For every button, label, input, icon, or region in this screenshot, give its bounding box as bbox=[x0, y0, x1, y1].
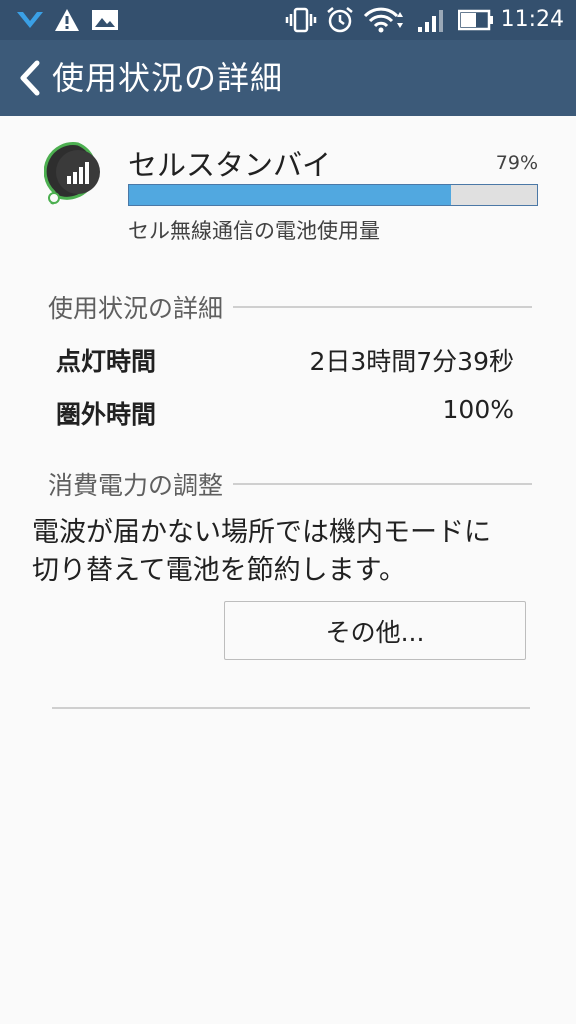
section-title: 使用状況の詳細 bbox=[48, 294, 224, 323]
status-time: 11:24 bbox=[500, 7, 564, 32]
chevron-left-icon bbox=[20, 60, 40, 96]
other-settings-button[interactable]: その他... bbox=[224, 601, 526, 660]
image-icon bbox=[90, 0, 120, 40]
power-description: 電波が届かない場所では機内モードに 切り替えて電池を節約します。 bbox=[32, 514, 552, 590]
action-bar: 使用状況の詳細 bbox=[0, 40, 576, 116]
row-value-screen-on: 2日3時間7分39秒 bbox=[309, 347, 514, 376]
row-value-no-service: 100% bbox=[442, 395, 514, 424]
v-notify-icon bbox=[14, 0, 46, 40]
power-description-line-1: 電波が届かない場所では機内モードに bbox=[32, 517, 491, 548]
alarm-icon bbox=[324, 0, 356, 40]
signal-bars-icon bbox=[43, 140, 112, 210]
signal-icon bbox=[414, 0, 448, 40]
usage-progress-fill bbox=[129, 185, 452, 205]
app-description: セル無線通信の電池使用量 bbox=[128, 219, 380, 243]
battery-icon bbox=[456, 0, 496, 40]
usage-percent: 79% bbox=[495, 152, 538, 174]
bottom-divider bbox=[52, 707, 530, 709]
wifi-icon bbox=[362, 0, 406, 40]
back-button[interactable] bbox=[10, 54, 50, 102]
row-label-screen-on: 点灯時間 bbox=[56, 347, 157, 376]
usage-progress-bar bbox=[128, 184, 538, 206]
page-title: 使用状況の詳細 bbox=[52, 59, 284, 97]
section-divider bbox=[233, 306, 532, 308]
status-bar: 11:24 bbox=[0, 0, 576, 40]
section-divider bbox=[233, 483, 532, 485]
app-name: セルスタンバイ bbox=[128, 148, 332, 182]
row-label-no-service: 圏外時間 bbox=[56, 400, 157, 429]
section-header-power: 消費電力の調整 bbox=[48, 464, 532, 504]
section-header-usage: 使用状況の詳細 bbox=[48, 287, 532, 327]
power-description-line-2: 切り替えて電池を節約します。 bbox=[32, 555, 406, 586]
vibrate-icon bbox=[284, 0, 318, 40]
section-title: 消費電力の調整 bbox=[48, 471, 224, 500]
warning-icon bbox=[52, 0, 82, 40]
